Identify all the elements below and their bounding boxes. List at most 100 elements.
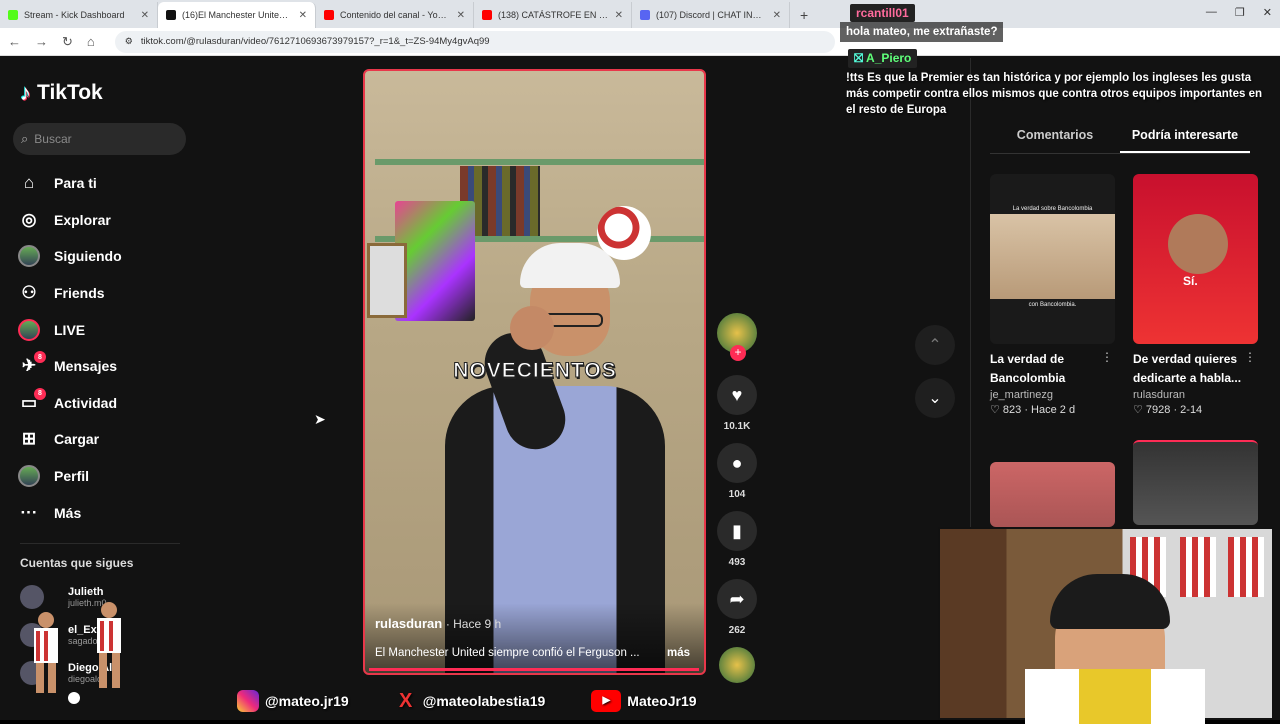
- close-window-icon[interactable]: ✕: [1263, 6, 1272, 19]
- close-tab-icon[interactable]: ✕: [299, 10, 307, 21]
- following-avatar-icon: [18, 245, 40, 268]
- share-button[interactable]: ➦: [717, 579, 757, 619]
- sidebar-item-actividad[interactable]: ▭ 8 Actividad: [18, 385, 122, 422]
- close-tab-icon[interactable]: ✕: [457, 10, 465, 21]
- sidebar-item-label: LIVE: [54, 321, 86, 338]
- recommended-card[interactable]: La verdad sobre Bancolombia con Bancolom…: [990, 174, 1115, 416]
- jersey: [1180, 537, 1216, 597]
- video-footer-gradient: [365, 603, 704, 673]
- sidebar-item-explorar[interactable]: ◎ Explorar: [18, 202, 122, 239]
- picture-frame: [367, 243, 407, 318]
- url-text: tiktok.com/@rulasduran/video/76127106936…: [140, 36, 490, 47]
- tab-favicon-icon: [482, 10, 492, 20]
- card-author[interactable]: rulasduran: [1133, 389, 1258, 401]
- video-progress-bar[interactable]: [369, 668, 699, 671]
- thumb-image: [990, 214, 1115, 299]
- save-count: 493: [728, 557, 746, 568]
- sidebar-item-label: Siguiendo: [54, 248, 122, 265]
- minimize-icon[interactable]: —: [1206, 6, 1217, 19]
- sidebar-item-live[interactable]: LIVE: [18, 311, 122, 348]
- forward-icon[interactable]: →: [35, 34, 48, 49]
- sidebar-item-label: Para ti: [54, 175, 97, 192]
- music-disc[interactable]: [719, 647, 755, 683]
- close-tab-icon[interactable]: ✕: [615, 10, 623, 21]
- browser-tab[interactable]: (16)El Manchester United siempre ✕: [158, 2, 316, 28]
- sidebar-item-cargar[interactable]: ⊞ Cargar: [18, 421, 122, 458]
- tab-comments[interactable]: Comentarios: [990, 128, 1120, 153]
- browser-tab[interactable]: Contenido del canal - YouTube ✕: [316, 2, 474, 28]
- restore-icon[interactable]: ❐: [1235, 6, 1245, 19]
- sidebar-item-mensajes[interactable]: ✈ 8 Mensajes: [18, 348, 122, 385]
- kebab-menu-icon[interactable]: ⋮: [1244, 350, 1256, 364]
- sidebar-item-para-ti[interactable]: ⌂ Para ti: [18, 165, 122, 202]
- close-tab-icon[interactable]: ✕: [773, 10, 781, 21]
- comment-button[interactable]: ●: [717, 443, 757, 483]
- sidebar-menu: ⌂ Para ti ◎ Explorar Siguiendo ⚇ Friends LIVE ✈ 8…: [18, 165, 122, 531]
- like-button[interactable]: ♥: [717, 375, 757, 415]
- video-player[interactable]: NOVECIENTOS rulasduran · Hace 9 h El Man…: [363, 69, 706, 675]
- account-name: Julieth: [68, 586, 104, 598]
- tab-title: (138) CATÁSTROFE EN EL BERNA: [498, 10, 609, 20]
- tab-favicon-icon: [640, 10, 650, 20]
- card-title[interactable]: La verdad de Bancolombia: [990, 350, 1105, 388]
- more-link[interactable]: más: [667, 647, 690, 659]
- card-thumbnail[interactable]: Sí.: [1133, 174, 1258, 344]
- recommended-card[interactable]: [990, 462, 1115, 527]
- thumb-caption: Sí.: [1183, 274, 1198, 288]
- new-tab-button[interactable]: +: [790, 2, 818, 28]
- recommended-card[interactable]: Sí. De verdad quieres dedicarte a habla.…: [1133, 174, 1258, 416]
- sidebar-divider: [20, 543, 180, 544]
- home-browser-icon[interactable]: ⌂: [87, 34, 95, 49]
- thumb-person: [1168, 214, 1228, 274]
- thumb-caption-top: La verdad sobre Bancolombia: [1012, 206, 1093, 212]
- kebab-menu-icon[interactable]: ⋮: [1101, 350, 1113, 364]
- sidebar-item-friends[interactable]: ⚇ Friends: [18, 275, 122, 312]
- tab-recommended[interactable]: Podría interesarte: [1120, 128, 1250, 153]
- sidebar-item-siguiendo[interactable]: Siguiendo: [18, 238, 122, 275]
- search-box[interactable]: ⌕: [13, 123, 186, 155]
- youtube-handle: ▶ MateoJr19: [591, 690, 697, 712]
- sidebar-item-perfil[interactable]: Perfil: [18, 458, 122, 495]
- activity-icon: ▭ 8: [18, 387, 46, 414]
- comment-count: 104: [728, 489, 746, 500]
- notification-badge: 8: [34, 387, 46, 400]
- person-fist: [510, 306, 554, 350]
- video-navigation: ⌃ ⌄: [915, 325, 955, 431]
- browser-tab[interactable]: (107) Discord | CHAT INVITA ✕: [632, 2, 790, 28]
- card-author[interactable]: je_martinezg: [990, 389, 1115, 401]
- back-icon[interactable]: ←: [8, 34, 21, 49]
- site-info-icon[interactable]: ⚙: [125, 36, 133, 47]
- heart-icon: ♥: [731, 384, 743, 405]
- x-handle: X @mateolabestia19: [395, 690, 545, 712]
- card-thumbnail[interactable]: [990, 462, 1115, 527]
- reload-icon[interactable]: ↻: [62, 34, 73, 50]
- browser-tab-bar: Stream - Kick Dashboard ✕ (16)El Mancheste…: [0, 0, 1280, 28]
- card-thumbnail[interactable]: [1133, 440, 1258, 525]
- save-button[interactable]: ▮: [717, 511, 757, 551]
- browser-tab[interactable]: (138) CATÁSTROFE EN EL BERNA ✕: [474, 2, 632, 28]
- next-video-button[interactable]: ⌄: [915, 378, 955, 418]
- search-input[interactable]: [34, 132, 165, 146]
- browser-tab[interactable]: Stream - Kick Dashboard ✕: [0, 2, 158, 28]
- creator-avatar[interactable]: +: [717, 313, 757, 361]
- address-bar-row: ← → ↻ ⌂ ⚙ tiktok.com/@rulasduran/video/7…: [0, 28, 1280, 56]
- url-field[interactable]: ⚙ tiktok.com/@rulasduran/video/761271069…: [114, 30, 835, 53]
- previous-video-button[interactable]: ⌃: [915, 325, 955, 365]
- messages-icon: ✈ 8: [18, 351, 46, 377]
- card-thumbnail[interactable]: La verdad sobre Bancolombia con Bancolom…: [990, 174, 1115, 344]
- mouse-cursor-icon: ➤: [314, 411, 326, 427]
- tab-title: Contenido del canal - YouTube: [340, 10, 451, 20]
- right-panel-tabs: Comentarios Podría interesarte: [990, 128, 1250, 154]
- close-tab-icon[interactable]: ✕: [141, 10, 149, 21]
- video-description: El Manchester United siempre confió el F…: [375, 647, 640, 659]
- card-title[interactable]: De verdad quieres dedicarte a habla...: [1133, 350, 1248, 388]
- home-icon: ⌂: [23, 173, 35, 193]
- follow-plus-icon[interactable]: +: [730, 345, 746, 361]
- sidebar-item-label: Mensajes: [54, 358, 118, 375]
- video-overlay-text: NOVECIENTOS: [453, 359, 617, 383]
- video-author[interactable]: rulasduran · Hace 9 h: [375, 616, 501, 631]
- tiktok-logo[interactable]: ♪ TikTok: [20, 80, 103, 106]
- window-controls: — ❐ ✕: [1206, 6, 1272, 19]
- recommended-card[interactable]: [1133, 440, 1258, 525]
- sidebar-item-más[interactable]: ··· Más: [18, 494, 122, 531]
